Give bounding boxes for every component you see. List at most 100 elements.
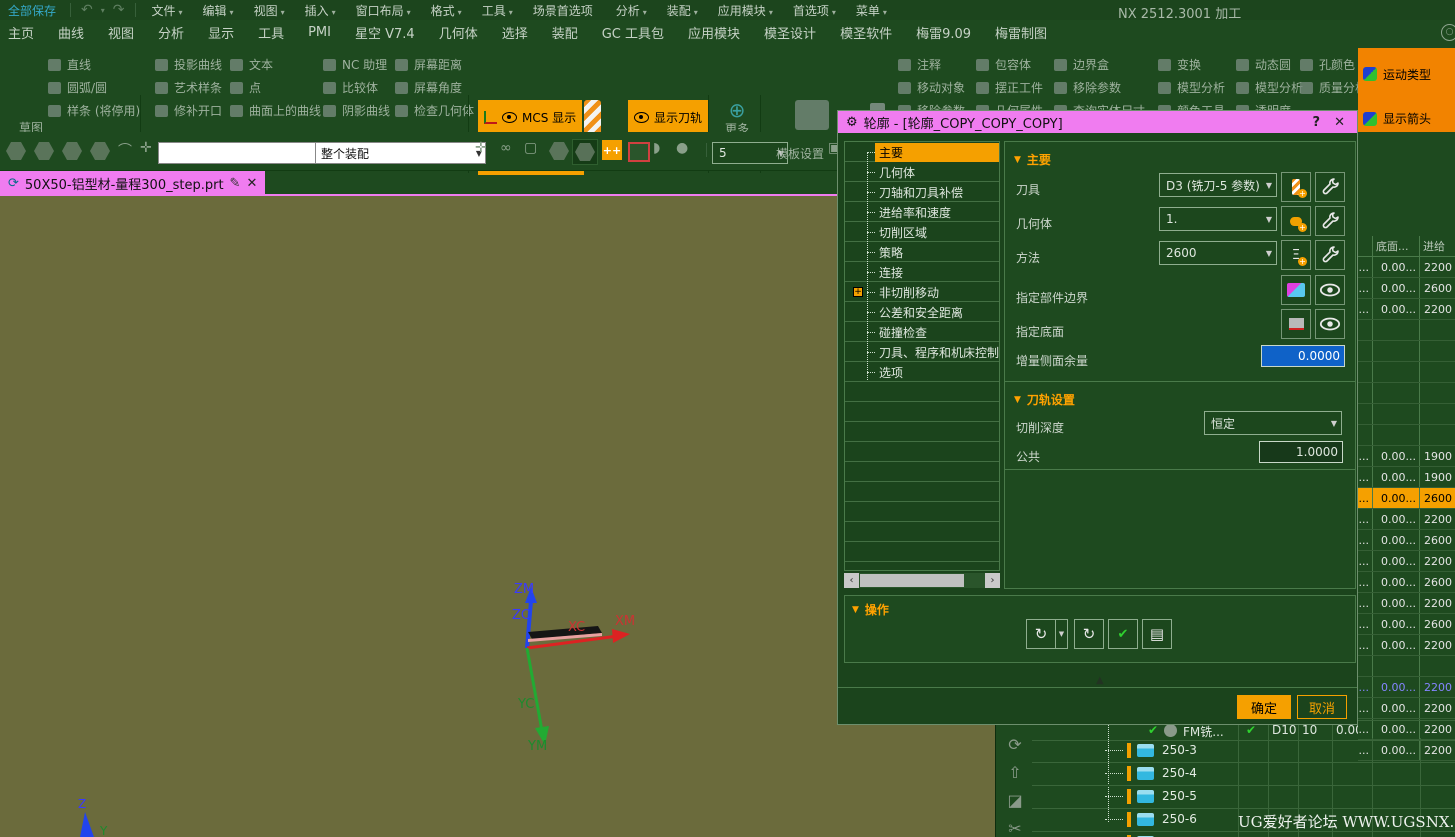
- snap-point-icon[interactable]: ✛: [475, 140, 487, 156]
- ribbon-item[interactable]: 比较体: [323, 76, 390, 99]
- solid-cube-icon[interactable]: [90, 142, 110, 160]
- template-settings-button[interactable]: 模板设置: [776, 145, 824, 162]
- verify-toolpath-button[interactable]: ✔: [1108, 619, 1138, 649]
- new-method-button[interactable]: Ξ +: [1281, 240, 1311, 270]
- close-tab-icon[interactable]: ✕: [246, 176, 257, 191]
- ribbon-item[interactable]: 包容体: [976, 53, 1043, 76]
- ribbon-tab[interactable]: 装配: [552, 23, 578, 42]
- ribbon-item[interactable]: 阴影曲线: [323, 99, 390, 122]
- close-dialog-button[interactable]: ✕: [1330, 115, 1349, 130]
- dialog-tree-item[interactable]: + 进给率和速度: [845, 202, 999, 222]
- panel-item[interactable]: 显示箭头: [1358, 110, 1448, 127]
- dialog-tree-item[interactable]: + 刀具、程序和机床控制: [845, 342, 999, 362]
- method-dropdown[interactable]: 2600: [1159, 241, 1277, 265]
- wcs-triad[interactable]: ZM ZC XC XM YC YM: [470, 565, 670, 765]
- table-row[interactable]: ... 0.00... 2200: [1358, 677, 1455, 698]
- ribbon-tab[interactable]: 梅雷制图: [995, 23, 1047, 42]
- menu-item[interactable]: 编辑 ▾: [193, 2, 244, 19]
- ribbon-item[interactable]: 孔颜色: [1300, 53, 1367, 76]
- ribbon-item[interactable]: 圆弧/圆: [48, 76, 140, 99]
- table-row[interactable]: ... 0.00... 1900: [1358, 446, 1455, 467]
- menu-item[interactable]: 格式 ▾: [421, 2, 472, 19]
- ribbon-item[interactable]: 点: [230, 76, 321, 99]
- ribbon-tab[interactable]: 选择: [502, 23, 528, 42]
- mcs-display-button[interactable]: MCS 显示: [478, 100, 583, 134]
- new-geometry-button[interactable]: +: [1281, 206, 1311, 236]
- point-icon[interactable]: ✛: [140, 140, 152, 156]
- edit-method-button[interactable]: [1315, 240, 1345, 270]
- ribbon-tab[interactable]: 显示: [208, 23, 234, 42]
- ribbon-tab[interactable]: 主页: [8, 23, 34, 42]
- table-row[interactable]: [1358, 383, 1455, 404]
- ribbon-tab[interactable]: 星空 V7.4: [355, 23, 415, 42]
- menu-item[interactable]: 场景首选项: [523, 2, 606, 19]
- table-row[interactable]: ... 0.00... 2200: [1358, 635, 1455, 656]
- ribbon-item[interactable]: 检查几何体: [395, 99, 474, 122]
- ribbon-item[interactable]: 摆正工件: [976, 76, 1043, 99]
- ribbon-tab[interactable]: 几何体: [439, 23, 478, 42]
- menu-item[interactable]: 插入 ▾: [295, 2, 346, 19]
- redo-icon[interactable]: ↷: [113, 2, 125, 18]
- group-header-action[interactable]: ▼ 操作: [852, 601, 889, 618]
- sheet-icon[interactable]: ◗: [653, 140, 660, 156]
- display-part-boundary-button[interactable]: [1315, 275, 1345, 305]
- solid-cube-icon[interactable]: [6, 142, 26, 160]
- show-toolpath-button[interactable]: 显示刀轨: [628, 100, 709, 134]
- dialog-tree-item[interactable]: + 切削区域: [845, 222, 999, 242]
- generate-dropdown-icon[interactable]: ▼: [1056, 619, 1068, 649]
- table-row[interactable]: ... 0.00... 2200: [1358, 509, 1455, 530]
- table-row[interactable]: [1358, 320, 1455, 341]
- group-header-main[interactable]: ▼ 主要: [1014, 151, 1051, 168]
- scroll-left-icon[interactable]: ‹: [844, 573, 859, 588]
- solid-cube-icon[interactable]: [34, 142, 54, 160]
- menu-item[interactable]: 菜单 ▾: [846, 2, 897, 19]
- table-row[interactable]: [1358, 425, 1455, 446]
- list-toolpath-button[interactable]: ▤: [1142, 619, 1172, 649]
- graphics-viewport[interactable]: [837, 725, 998, 837]
- ok-button[interactable]: 确定: [1237, 695, 1291, 719]
- ribbon-tab[interactable]: 曲线: [58, 23, 84, 42]
- dialog-tree-item[interactable]: + 策略: [845, 242, 999, 262]
- curve-icon[interactable]: ⌒: [118, 140, 132, 160]
- pressed-cube-icon[interactable]: [572, 139, 598, 165]
- section-toggle-icon[interactable]: ++: [602, 140, 622, 160]
- surface-icon[interactable]: ◪: [1007, 792, 1022, 810]
- ribbon-item[interactable]: 边界盒: [1054, 53, 1145, 76]
- edit-tool-button[interactable]: [1315, 172, 1345, 202]
- dialog-tree-item[interactable]: + 碰撞检查: [845, 322, 999, 342]
- table-row[interactable]: ... 0.00... 2600: [1358, 614, 1455, 635]
- ribbon-item[interactable]: 曲面上的曲线: [230, 99, 321, 122]
- solid-cube-icon[interactable]: [62, 142, 82, 160]
- navigator-folder-row[interactable]: 250-4: [1032, 763, 1455, 786]
- table-row[interactable]: [1358, 656, 1455, 677]
- new-tool-button[interactable]: +: [1281, 172, 1311, 202]
- scrollbar-thumb[interactable]: [860, 574, 964, 587]
- ribbon-tab[interactable]: 模圣软件: [840, 23, 892, 42]
- table-row[interactable]: ... 0.00... 2600: [1358, 530, 1455, 551]
- ribbon-item[interactable]: 直线: [48, 53, 140, 76]
- ribbon-tab[interactable]: 模圣设计: [764, 23, 816, 42]
- ribbon-item[interactable]: 模型分析: [1236, 76, 1303, 99]
- column-header-bottom[interactable]: 底面...: [1373, 236, 1420, 256]
- stock-input[interactable]: 0.0000: [1261, 345, 1345, 367]
- replay-toolpath-button[interactable]: ↻: [1074, 619, 1104, 649]
- red-box-icon[interactable]: [628, 142, 650, 162]
- ribbon-item[interactable]: 动态圆: [1236, 53, 1303, 76]
- geometry-dropdown[interactable]: 1.: [1159, 207, 1277, 231]
- ribbon-item[interactable]: 修补开口: [155, 99, 222, 122]
- menu-item[interactable]: 分析 ▾: [606, 2, 657, 19]
- menu-item[interactable]: 首选项 ▾: [783, 2, 846, 19]
- table-row[interactable]: ... 0.00... 2200: [1358, 257, 1455, 278]
- dialog-tree-item[interactable]: + 选项: [845, 362, 999, 382]
- dialog-tree-item[interactable]: + 非切削移动: [845, 282, 999, 302]
- table-row[interactable]: [1358, 362, 1455, 383]
- table-row[interactable]: [1358, 404, 1455, 425]
- ribbon-item[interactable]: 模型分析: [1158, 76, 1225, 99]
- ribbon-tab[interactable]: 视图: [108, 23, 134, 42]
- display-bottom-face-button[interactable]: [1315, 309, 1345, 339]
- dialog-titlebar[interactable]: ⚙ 轮廓 - [轮廓_COPY_COPY_COPY] ? ✕: [838, 111, 1357, 133]
- sphere-icon[interactable]: ●: [676, 140, 688, 156]
- select-part-boundary-button[interactable]: [1281, 275, 1311, 305]
- ribbon-item[interactable]: 移除参数: [1054, 76, 1145, 99]
- dialog-tree-item[interactable]: + 刀轴和刀具补偿: [845, 182, 999, 202]
